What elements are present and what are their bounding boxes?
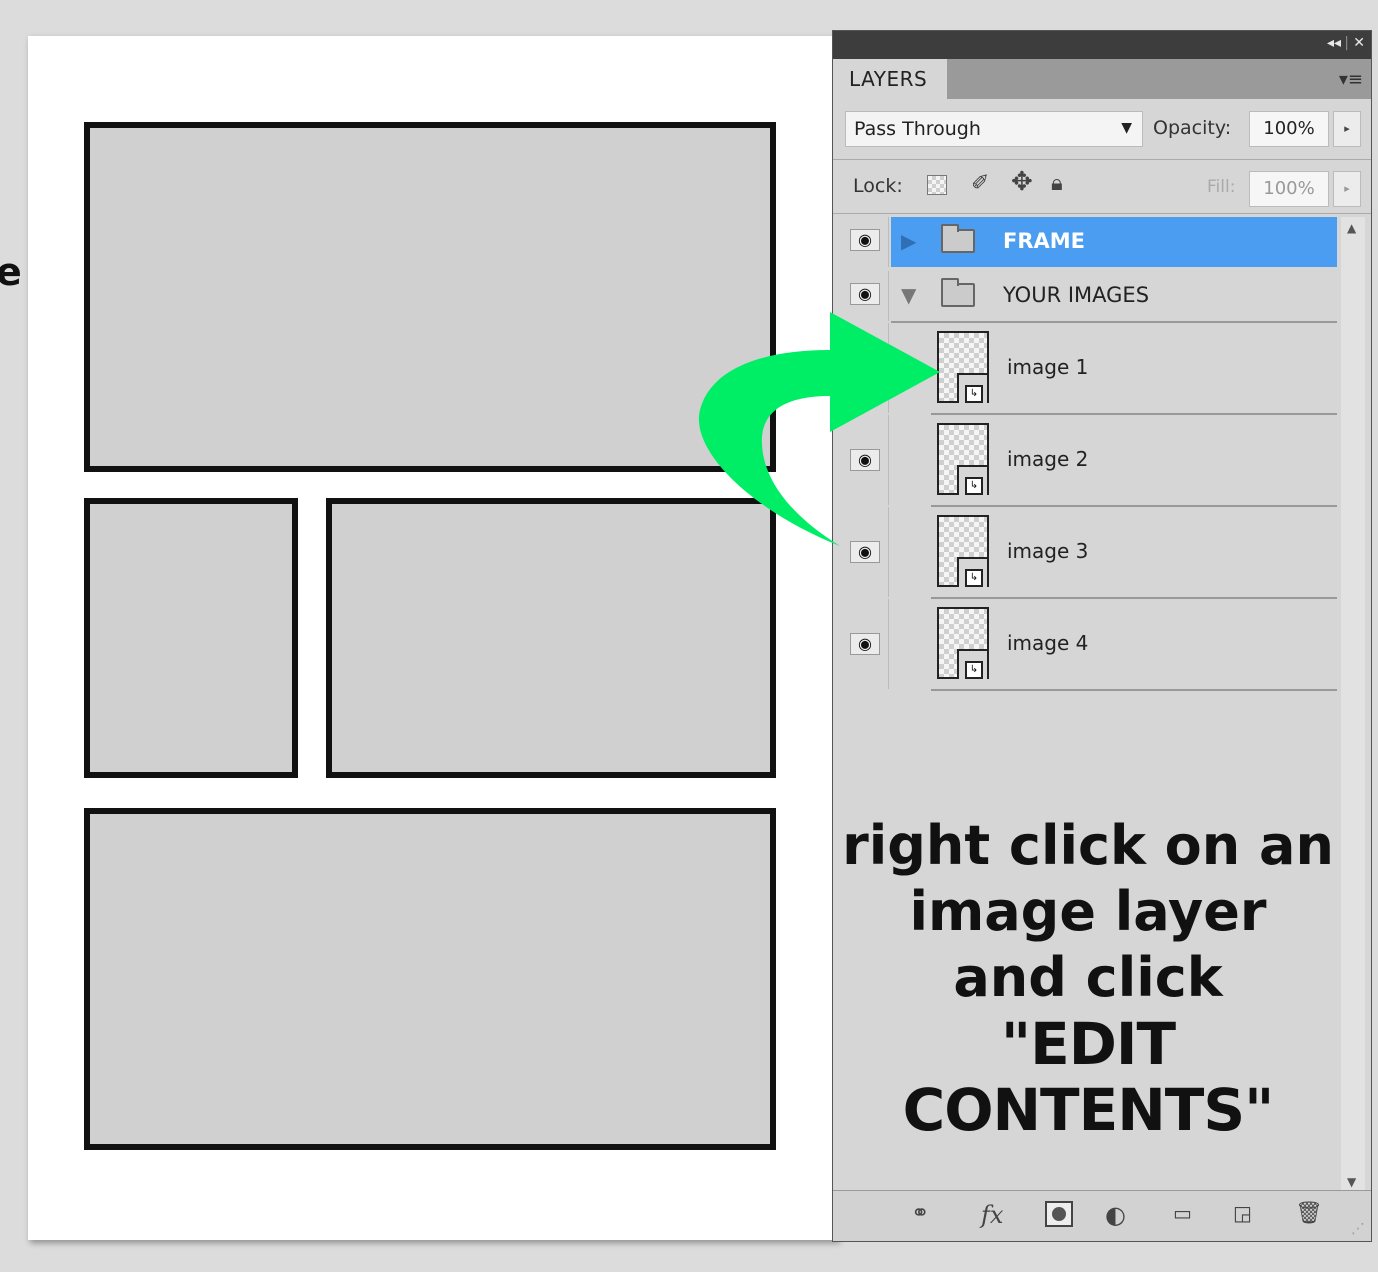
close-icon[interactable]: ✕: [1353, 35, 1365, 51]
layer-name: YOUR IMAGES: [1003, 283, 1150, 307]
panel-divider: [833, 213, 1371, 214]
layer-row-body: ↳ image 3: [931, 507, 1337, 599]
lock-image-pixels-icon[interactable]: ✐: [971, 171, 989, 196]
layer-name: image 3: [1007, 539, 1089, 563]
instruction-line: "EDIT CONTENTS": [902, 1010, 1275, 1144]
lock-transparent-pixels-icon[interactable]: [927, 175, 947, 195]
arrow-shape: [698, 312, 940, 546]
opacity-input[interactable]: 100%: [1249, 111, 1329, 147]
layer-name: image 2: [1007, 447, 1089, 471]
panel-tab-strip: LAYERS ▾≡: [833, 59, 1371, 99]
layer-row-body: ▶ FRAME: [891, 217, 1337, 267]
visibility-cell: ◉: [841, 599, 889, 689]
folder-icon: [941, 224, 975, 253]
layer-name: image 4: [1007, 631, 1089, 655]
layer-row-body: ↳ image 1: [931, 323, 1337, 415]
panel-titlebar: ◂◂ | ✕: [833, 31, 1371, 59]
layers-panel: ◂◂ | ✕ LAYERS ▾≡ Pass Through ▼ Opacity:…: [832, 30, 1372, 1242]
photo-slot-2: [84, 498, 298, 778]
instruction-line: image layer: [909, 880, 1267, 943]
layer-row-body: ↳ image 2: [931, 415, 1337, 507]
opacity-slider-button[interactable]: ▸: [1333, 111, 1361, 147]
layer-image-4[interactable]: ◉ ↳ image 4: [841, 599, 1337, 691]
trash-icon[interactable]: 🗑︎: [1295, 1201, 1323, 1226]
layers-bottom-toolbar: ⚭ fx ◐ ▭ ◲ 🗑︎ ⋰: [833, 1190, 1371, 1241]
layer-name: FRAME: [1003, 229, 1086, 253]
cropped-text-fragment: e: [0, 250, 22, 294]
fill-input[interactable]: 100%: [1249, 171, 1329, 207]
layer-name: image 1: [1007, 355, 1089, 379]
photo-slot-1: [84, 122, 776, 472]
chevron-down-icon: ▼: [1121, 120, 1132, 136]
tab-layers[interactable]: LAYERS: [833, 59, 947, 99]
instruction-line: and click: [953, 946, 1223, 1009]
smart-object-icon: ↳: [965, 661, 983, 679]
document-canvas: [28, 36, 838, 1240]
layer-group-frame[interactable]: ◉ ▶ FRAME: [841, 217, 1337, 267]
scroll-up-icon[interactable]: ▲: [1347, 221, 1356, 235]
lock-all-icon[interactable]: 🔒︎: [1051, 171, 1063, 196]
fill-slider-button[interactable]: ▸: [1333, 171, 1361, 207]
layer-thumbnail: ↳: [937, 607, 989, 679]
layer-row-body: ↳ image 4: [931, 599, 1337, 691]
panel-divider: [833, 159, 1371, 160]
lock-label: Lock:: [853, 175, 903, 197]
add-mask-icon[interactable]: [1045, 1201, 1073, 1227]
titlebar-separator: |: [1344, 35, 1349, 51]
lock-position-icon[interactable]: ✥: [1011, 167, 1033, 197]
green-curved-arrow-icon: [698, 312, 940, 546]
fx-icon[interactable]: fx: [981, 1201, 1003, 1229]
new-layer-icon[interactable]: ◲: [1233, 1201, 1252, 1225]
collapse-icon[interactable]: ◂◂: [1327, 35, 1341, 51]
fill-label: Fill:: [1207, 177, 1236, 197]
resize-grip-icon[interactable]: ⋰: [1351, 1221, 1365, 1237]
instruction-line: right click on an: [842, 814, 1334, 877]
instruction-overlay: right click on an image layer and click …: [833, 813, 1343, 1143]
layers-scrollbar[interactable]: ▲ ▼: [1341, 217, 1365, 1195]
visibility-cell: ◉: [841, 217, 889, 267]
opacity-label: Opacity:: [1153, 117, 1232, 139]
blend-mode-value: Pass Through: [854, 118, 981, 140]
smart-object-icon: ↳: [965, 569, 983, 587]
adjustment-layer-icon[interactable]: ◐: [1105, 1201, 1126, 1229]
expand-triangle-icon[interactable]: ▶: [901, 229, 916, 253]
photo-slot-4: [84, 808, 776, 1150]
scroll-down-icon[interactable]: ▼: [1347, 1175, 1356, 1189]
eye-icon[interactable]: ◉: [850, 229, 880, 251]
blend-mode-select[interactable]: Pass Through ▼: [845, 111, 1143, 147]
link-layers-icon[interactable]: ⚭: [911, 1201, 929, 1226]
panel-menu-icon[interactable]: ▾≡: [1339, 69, 1363, 90]
eye-icon[interactable]: ◉: [850, 633, 880, 655]
new-group-icon[interactable]: ▭: [1173, 1201, 1192, 1225]
